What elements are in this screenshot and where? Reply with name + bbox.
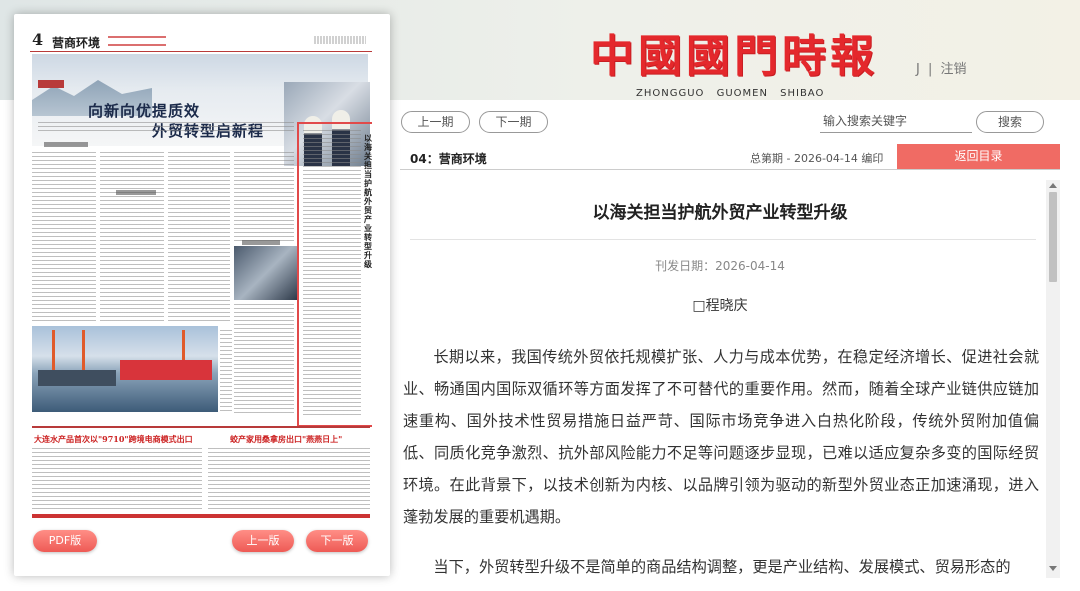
article-scrollbar[interactable] — [1046, 180, 1060, 578]
boxed-article-text — [303, 130, 361, 418]
prev-issue-button[interactable]: 上一期 — [401, 111, 470, 133]
newspaper-page-image[interactable]: 4 营商环境 向新向优提质效 外贸转型启新程 以海关担当护航外贸产业转型升级 大… — [30, 30, 372, 522]
column-subhead — [44, 142, 88, 147]
boxed-article-title: 以海关担当护航外贸产业转型升级 — [364, 133, 372, 269]
red-ship — [120, 360, 212, 380]
scroll-down-arrow-icon[interactable] — [1049, 566, 1057, 571]
next-issue-button[interactable]: 下一期 — [479, 111, 548, 133]
text-column — [100, 152, 164, 324]
article-paragraph: 当下，外贸转型升级不是简单的商品结构调整，更是产业结构、发展模式、贸易形态的 — [433, 558, 1011, 576]
logout-link[interactable]: 注销 — [941, 62, 967, 77]
publish-date: 刊发日期：2026-04-14 — [655, 259, 785, 273]
article-info-bar: 04：营商环境 总第期 - 2026-04-14 编印 返回目录 — [400, 144, 1060, 170]
crane-graphic — [52, 330, 55, 370]
text-column — [234, 152, 294, 242]
bottom-right-text — [208, 448, 370, 510]
ship-hull — [38, 370, 116, 386]
crane-graphic — [82, 330, 85, 370]
search-input[interactable] — [820, 110, 972, 133]
text-column — [220, 330, 232, 414]
banner-tag — [38, 80, 64, 88]
prev-page-button[interactable]: 上一版 — [232, 530, 294, 552]
selected-article-highlight[interactable]: 以海关担当护航外贸产业转型升级 — [297, 122, 372, 427]
text-column — [234, 304, 294, 414]
article-title: 以海关担当护航外贸产业转型升级 — [592, 203, 848, 223]
port-ship-photo — [32, 326, 218, 412]
page-header-meta — [314, 36, 366, 44]
column-subhead — [242, 240, 280, 245]
page-footer-bar — [32, 514, 370, 518]
scrollbar-thumb[interactable] — [1049, 192, 1057, 282]
page-section-name: 营商环境 — [52, 36, 101, 50]
logo-pinyin: ZHONGGUO GUOMEN SHIBAO — [636, 88, 825, 99]
site-logo[interactable]: 中國國門時報 — [590, 30, 878, 84]
inspection-photo — [234, 246, 298, 300]
issue-meta: 总第期 - 2026-04-14 编印 — [750, 152, 884, 165]
search-button[interactable]: 搜索 — [976, 111, 1044, 133]
page-header-strip: 4 营商环境 — [30, 30, 372, 52]
article-paragraph: 长期以来，我国传统外贸依托规模扩张、人力与成本优势，在稳定经济增长、促进社会就业… — [403, 348, 1039, 526]
back-to-contents-button[interactable]: 返回目录 — [897, 144, 1060, 169]
user-initial[interactable]: J — [916, 62, 920, 77]
article-content[interactable]: 以海关担当护航外贸产业转型升级 刊发日期：2026-04-14 □程晓庆 长期以… — [400, 180, 1046, 578]
column-subhead — [116, 190, 156, 195]
page-number: 4 — [32, 30, 44, 49]
bottom-headline-right[interactable]: 蛟产家用桑拿房出口"燕燕日上" — [230, 434, 342, 445]
scroll-up-arrow-icon[interactable] — [1049, 183, 1057, 188]
user-area: J | 注销 — [916, 58, 967, 77]
bottom-section-rule — [32, 426, 370, 428]
lead-intro-text — [38, 122, 294, 134]
title-divider — [410, 239, 1036, 240]
next-page-button[interactable]: 下一版 — [306, 530, 368, 552]
pdf-button[interactable]: PDF版 — [33, 530, 97, 552]
bottom-headline-left[interactable]: 大连水产品首次以"9710"跨境电商模式出口 — [34, 434, 193, 445]
current-section-label: 04：营商环境 — [410, 152, 487, 166]
author-byline: □程晓庆 — [692, 298, 748, 314]
bottom-left-text — [32, 448, 202, 510]
text-column — [168, 152, 230, 324]
lead-title-line1: 向新向优提质效 — [88, 102, 201, 120]
user-separator: | — [927, 62, 933, 77]
mini-masthead-logo — [108, 36, 166, 46]
text-column — [32, 152, 96, 324]
